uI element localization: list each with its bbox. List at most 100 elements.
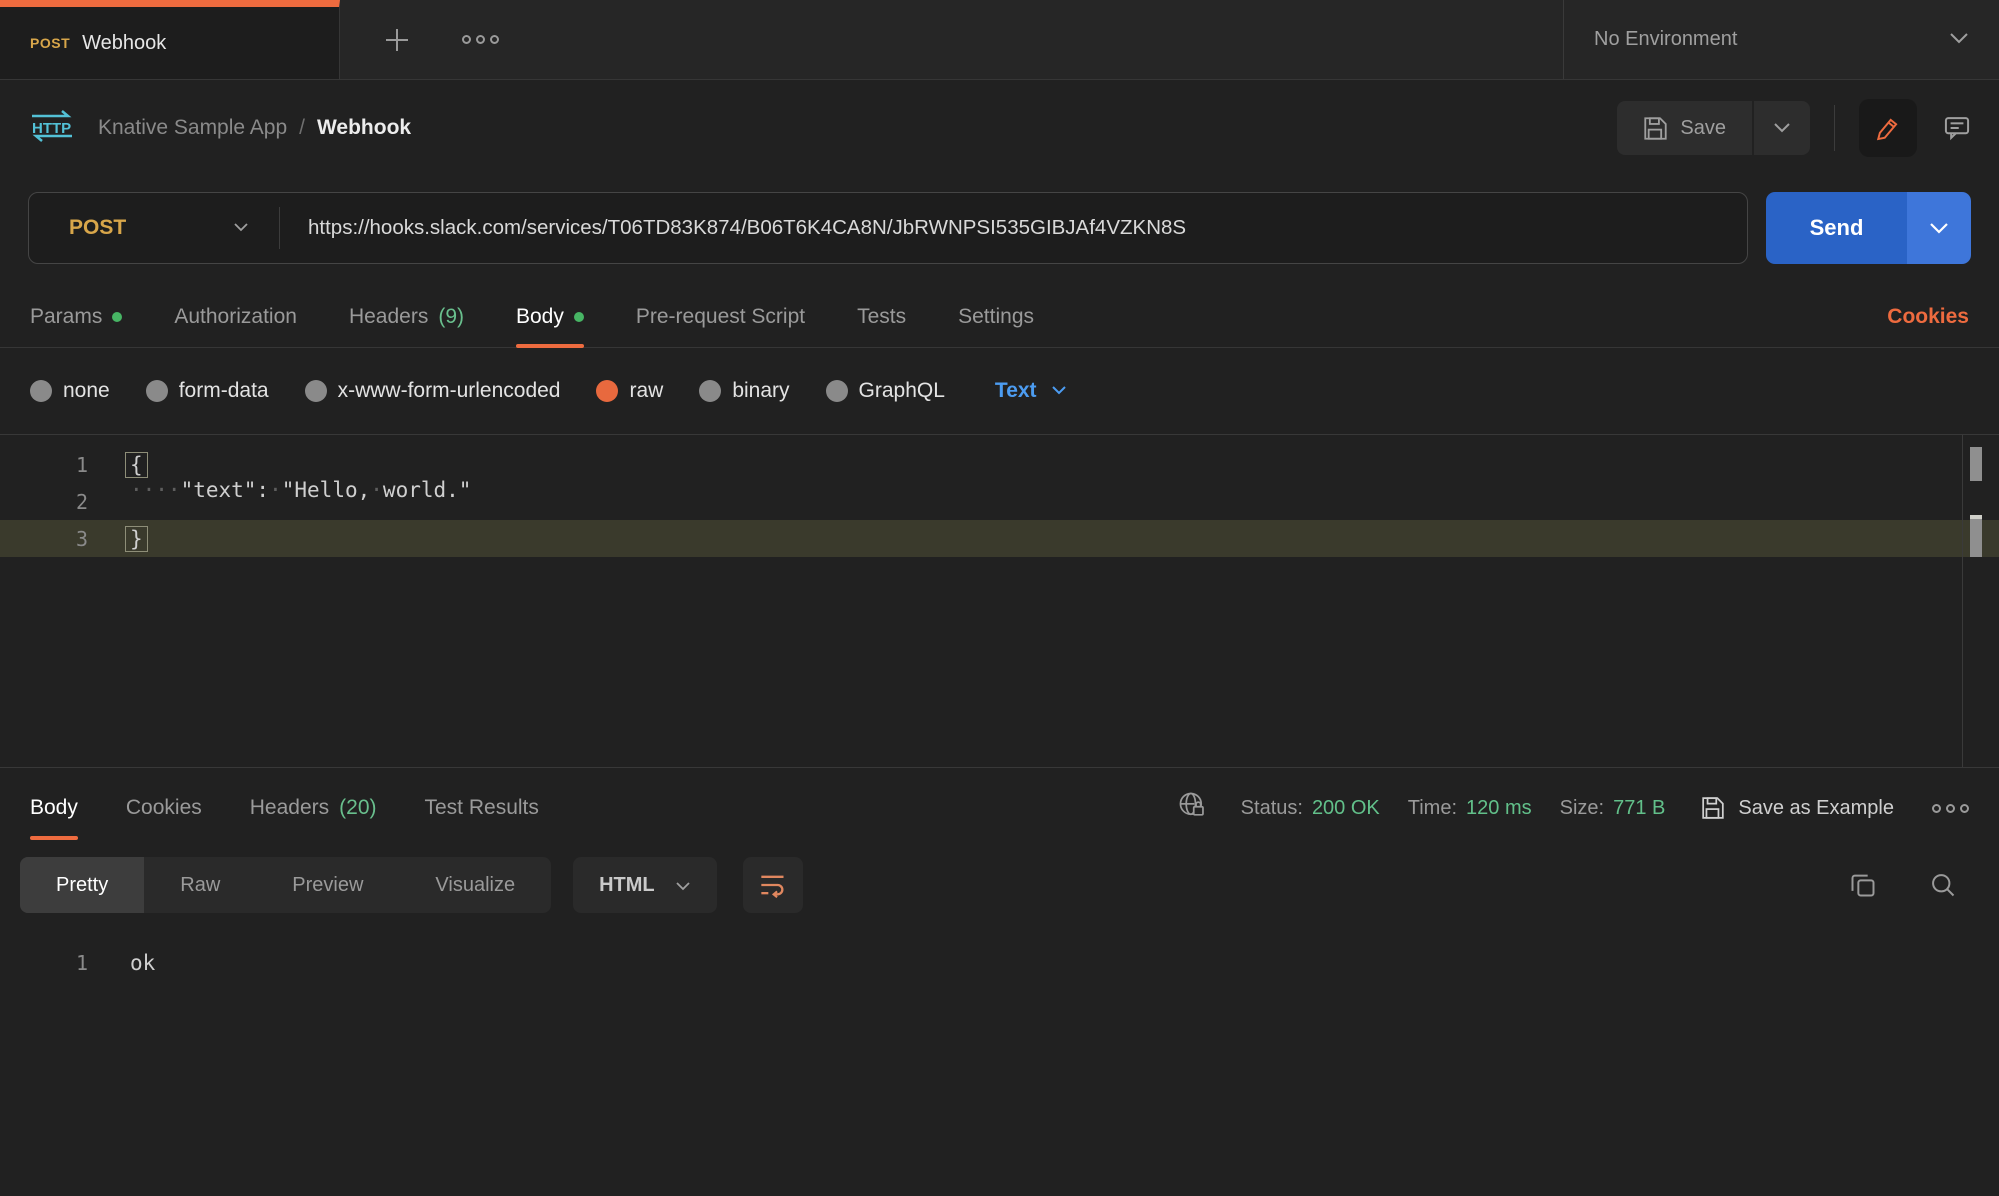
search-response-button[interactable]	[1929, 871, 1957, 899]
new-tab-button[interactable]	[382, 25, 412, 55]
view-raw-button[interactable]: Raw	[144, 857, 256, 913]
breadcrumb-collection[interactable]: Knative Sample App	[98, 116, 287, 140]
tab-options-button[interactable]	[462, 35, 499, 44]
headers-count: (9)	[438, 305, 464, 329]
radio-icon	[305, 380, 327, 402]
line-number: 1	[0, 453, 88, 477]
cookies-link[interactable]: Cookies	[1887, 305, 1969, 329]
response-tab-test-results[interactable]: Test Results	[425, 768, 539, 848]
response-body-viewer[interactable]: 1 ok	[0, 922, 1999, 981]
response-options-button[interactable]	[1932, 804, 1969, 813]
http-request-icon: HTTP	[28, 108, 76, 149]
editor-scrollbar-thumb[interactable]	[1970, 447, 1982, 481]
request-tab-bar: POST Webhook No Environment	[0, 0, 1999, 80]
tab-body-label: Body	[516, 305, 564, 329]
tab-title: Webhook	[82, 32, 166, 55]
request-header: HTTP Knative Sample App / Webhook Save	[0, 80, 1999, 176]
network-info-icon[interactable]	[1177, 790, 1207, 826]
response-tab-cookies[interactable]: Cookies	[126, 768, 202, 848]
line-number: 3	[0, 527, 88, 551]
open-brace: {	[125, 452, 148, 478]
response-tab-body[interactable]: Body	[30, 768, 78, 848]
save-options-button[interactable]	[1754, 101, 1810, 155]
save-icon	[1701, 796, 1725, 820]
send-split-button: Send	[1766, 192, 1971, 264]
size-label: Size:	[1560, 797, 1604, 820]
time-value: 120 ms	[1466, 797, 1532, 820]
mode-graphql[interactable]: GraphQL	[826, 379, 945, 403]
radio-icon	[699, 380, 721, 402]
view-preview-button[interactable]: Preview	[256, 857, 399, 913]
method-selector[interactable]: POST	[29, 216, 279, 240]
tab-pre-request-label: Pre-request Script	[636, 305, 805, 329]
response-format-label: HTML	[599, 874, 655, 897]
size-metric: Size: 771 B	[1560, 797, 1666, 820]
send-button[interactable]: Send	[1766, 192, 1907, 264]
save-as-example-button[interactable]: Save as Example	[1701, 796, 1894, 820]
request-tabs: Params Authorization Headers (9) Body Pr…	[0, 286, 1999, 348]
whitespace-dot: ·	[370, 478, 383, 502]
wrap-lines-button[interactable]	[743, 857, 803, 913]
tab-body[interactable]: Body	[516, 286, 584, 347]
svg-text:HTTP: HTTP	[32, 120, 71, 137]
tab-webhook[interactable]: POST Webhook	[0, 0, 340, 79]
mode-raw[interactable]: raw	[596, 379, 663, 403]
response-tab-headers[interactable]: Headers (20)	[250, 768, 377, 848]
request-body-editor[interactable]: 1 { 2 ····"text":·"Hello,·world." 3 }	[0, 434, 1999, 768]
mode-graphql-label: GraphQL	[859, 379, 945, 403]
chevron-down-icon	[233, 219, 249, 237]
radio-icon	[146, 380, 168, 402]
code-token: "Hello,	[282, 478, 371, 502]
editor-cursor-marker[interactable]	[1970, 515, 1982, 557]
mode-form-data-label: form-data	[179, 379, 269, 403]
mode-binary[interactable]: binary	[699, 379, 789, 403]
view-visualize-button[interactable]: Visualize	[399, 857, 551, 913]
plus-icon	[382, 25, 412, 55]
save-button[interactable]: Save	[1617, 101, 1752, 155]
raw-language-selector[interactable]: Text	[995, 379, 1067, 403]
mode-raw-label: raw	[629, 379, 663, 403]
copy-icon	[1849, 871, 1877, 899]
code-token: world."	[383, 478, 472, 502]
copy-response-button[interactable]	[1849, 871, 1877, 899]
comments-button[interactable]	[1943, 114, 1971, 142]
tab-authorization[interactable]: Authorization	[174, 286, 297, 347]
tab-settings-label: Settings	[958, 305, 1034, 329]
response-toolbar: Pretty Raw Preview Visualize HTML	[0, 848, 1999, 922]
time-metric: Time: 120 ms	[1408, 797, 1532, 820]
mode-binary-label: binary	[732, 379, 789, 403]
tab-params-label: Params	[30, 305, 102, 329]
tab-pre-request-script[interactable]: Pre-request Script	[636, 286, 805, 347]
view-pretty-button[interactable]: Pretty	[20, 857, 144, 913]
url-input[interactable]	[280, 216, 1747, 240]
wrap-text-icon	[759, 872, 787, 898]
chevron-down-icon	[1949, 31, 1969, 49]
tab-params[interactable]: Params	[30, 286, 122, 347]
tab-tests[interactable]: Tests	[857, 286, 906, 347]
tab-headers[interactable]: Headers (9)	[349, 286, 464, 347]
save-split-button: Save	[1617, 101, 1810, 155]
close-brace: }	[125, 526, 148, 552]
environment-selector[interactable]: No Environment	[1563, 0, 1999, 79]
response-format-selector[interactable]: HTML	[573, 857, 717, 913]
mode-urlencoded-label: x-www-form-urlencoded	[338, 379, 561, 403]
mode-urlencoded[interactable]: x-www-form-urlencoded	[305, 379, 561, 403]
raw-language-label: Text	[995, 379, 1037, 403]
radio-checked-icon	[596, 380, 618, 402]
editor-line-3-current: 3 }	[0, 520, 1999, 557]
response-tab-headers-label: Headers	[250, 796, 329, 820]
tabbar-spacer	[499, 0, 1563, 79]
body-active-dot	[574, 312, 584, 322]
mode-none[interactable]: none	[30, 379, 110, 403]
edit-request-button[interactable]	[1859, 99, 1917, 157]
chevron-down-icon	[1051, 382, 1067, 400]
header-divider	[1834, 105, 1835, 151]
save-button-label: Save	[1680, 117, 1726, 140]
tab-settings[interactable]: Settings	[958, 286, 1034, 347]
breadcrumb-request-name[interactable]: Webhook	[317, 116, 411, 140]
mode-form-data[interactable]: form-data	[146, 379, 269, 403]
send-options-button[interactable]	[1907, 192, 1971, 264]
save-icon	[1643, 116, 1668, 141]
search-icon	[1929, 871, 1957, 899]
breadcrumb-separator: /	[299, 116, 305, 140]
